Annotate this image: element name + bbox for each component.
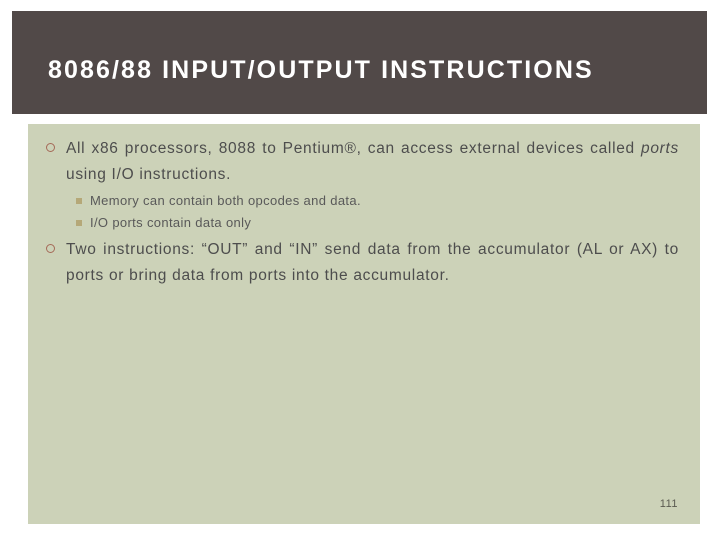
page-number: 111 [659,498,678,510]
bullet-text-part: using I/O instructions. [66,166,232,183]
title-band: 8086/88 INPUT/OUTPUT INSTRUCTIONS [12,11,707,114]
hollow-circle-bullet-icon [46,143,55,152]
bullet-text-emphasis: ports [641,140,679,157]
filled-square-bullet-icon [76,198,82,204]
bullet-item-level2: Memory can contain both opcodes and data… [28,190,700,212]
bullet-text: Two instructions: “OUT” and “IN” send da… [66,241,679,284]
bullet-text: Memory can contain both opcodes and data… [90,193,361,208]
bullet-list: All x86 processors, 8088 to Pentium®, ca… [28,136,700,289]
bullet-text-part: All x86 processors, 8088 to Pentium®, ca… [66,140,642,157]
hollow-circle-bullet-icon [46,244,55,253]
bullet-item-level1: All x86 processors, 8088 to Pentium®, ca… [28,136,700,188]
filled-square-bullet-icon [76,220,82,226]
slide: 8086/88 INPUT/OUTPUT INSTRUCTIONS All x8… [0,0,720,540]
content-panel: All x86 processors, 8088 to Pentium®, ca… [28,124,700,524]
page-title: 8086/88 INPUT/OUTPUT INSTRUCTIONS [48,56,594,84]
bullet-item-level2: I/O ports contain data only [28,212,700,234]
bullet-item-level1: Two instructions: “OUT” and “IN” send da… [28,237,700,289]
bullet-text: I/O ports contain data only [90,215,252,230]
